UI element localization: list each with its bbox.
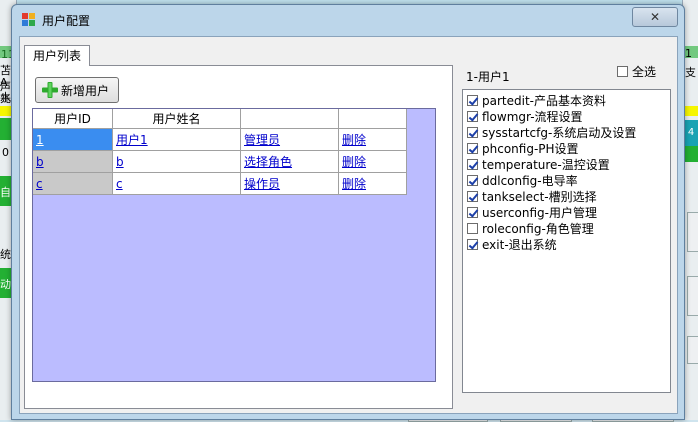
checkbox-icon[interactable] — [467, 191, 478, 202]
permission-item[interactable]: tankselect-槽别选择 — [467, 188, 597, 204]
table-row[interactable]: 1 用户1 管理员 删除 — [33, 129, 407, 151]
column-header-user-name[interactable]: 用户姓名 — [113, 109, 241, 129]
permission-label: tankselect-槽别选择 — [482, 189, 597, 204]
user-id-cell[interactable]: 1 — [33, 129, 113, 151]
title-bar[interactable]: 用户配置 ✕ — [12, 5, 684, 35]
permission-item[interactable]: exit-退出系统 — [467, 236, 557, 252]
add-user-button[interactable]: 新增用户 — [35, 77, 119, 103]
select-all-checkbox[interactable]: 全选 — [617, 63, 656, 81]
add-user-label: 新增用户 — [61, 84, 110, 98]
table-row[interactable]: b b 选择角色 删除 — [33, 151, 407, 173]
permission-list: partedit-产品基本资料 flowmgr-流程设置 sysstartcfg… — [462, 89, 671, 393]
delete-link[interactable]: 删除 — [342, 155, 366, 169]
user-name-link[interactable]: b — [116, 155, 124, 169]
user-id-link[interactable]: c — [36, 177, 43, 191]
bg-label: 自 — [0, 186, 11, 199]
user-name-link[interactable]: c — [116, 177, 123, 191]
select-all-label: 全选 — [632, 65, 657, 79]
permission-item[interactable]: userconfig-用户管理 — [467, 204, 597, 220]
table-row[interactable]: c c 操作员 删除 — [33, 173, 407, 195]
close-button[interactable]: ✕ — [632, 7, 678, 27]
bg-label: 1 — [685, 47, 692, 60]
permission-item[interactable]: sysstartcfg-系统启动及设置 — [467, 124, 636, 140]
checkbox-icon[interactable] — [467, 95, 478, 106]
permission-item[interactable]: partedit-产品基本资料 — [467, 92, 606, 108]
bg-status-green — [683, 146, 698, 162]
column-header-action[interactable] — [339, 109, 407, 129]
bg-button[interactable] — [687, 212, 698, 252]
checkbox-icon[interactable] — [467, 175, 478, 186]
user-name-cell[interactable]: c — [113, 173, 241, 195]
grid-header: 用户ID 用户姓名 — [33, 109, 435, 129]
checkbox-icon[interactable] — [467, 223, 478, 234]
user-config-dialog: 用户配置 ✕ 用户列表 新增用户 用户ID 用户姓名 1 用户1 管理员 删除 … — [11, 4, 685, 420]
role-cell[interactable]: 管理员 — [241, 129, 339, 151]
delete-link[interactable]: 删除 — [342, 177, 366, 191]
role-link[interactable]: 选择角色 — [244, 155, 292, 169]
user-grid: 用户ID 用户姓名 1 用户1 管理员 删除 b b 选择角色 删除 c c 操… — [32, 108, 436, 382]
action-cell[interactable]: 删除 — [339, 129, 407, 151]
role-link[interactable]: 操作员 — [244, 177, 280, 191]
action-cell[interactable]: 删除 — [339, 151, 407, 173]
permission-item[interactable]: ddlconfig-电导率 — [467, 172, 578, 188]
tab-user-list[interactable]: 用户列表 — [24, 45, 90, 66]
bg-status-yellow — [683, 106, 698, 116]
user-name-cell[interactable]: b — [113, 151, 241, 173]
permission-label: exit-退出系统 — [482, 237, 557, 252]
bg-label: 统 — [0, 248, 11, 261]
checkbox-icon[interactable] — [467, 159, 478, 170]
permission-label: ddlconfig-电导率 — [482, 173, 578, 188]
bg-label: 0 — [2, 146, 9, 159]
dialog-client-area: 用户列表 新增用户 用户ID 用户姓名 1 用户1 管理员 删除 b b 选择角… — [19, 36, 678, 414]
user-id-cell[interactable]: b — [33, 151, 113, 173]
close-icon: ✕ — [649, 10, 661, 24]
checkbox-icon[interactable] — [467, 127, 478, 138]
permission-item[interactable]: roleconfig-角色管理 — [467, 220, 594, 236]
permission-item[interactable]: temperature-温控设置 — [467, 156, 610, 172]
bg-label: 支 — [685, 66, 696, 79]
column-header-role[interactable] — [241, 109, 339, 129]
plus-icon — [42, 82, 58, 98]
permission-item[interactable]: phconfig-PH设置 — [467, 140, 579, 156]
role-link[interactable]: 管理员 — [244, 133, 280, 147]
bg-button[interactable] — [687, 336, 698, 364]
permission-label: partedit-产品基本资料 — [482, 93, 606, 108]
checkbox-icon[interactable] — [617, 66, 628, 77]
selected-user-label: 1-用户1 — [466, 70, 510, 84]
permission-label: userconfig-用户管理 — [482, 205, 597, 220]
bg-button[interactable] — [687, 276, 698, 316]
user-id-link[interactable]: b — [36, 155, 44, 169]
user-name-cell[interactable]: 用户1 — [113, 129, 241, 151]
permission-label: flowmgr-流程设置 — [482, 109, 583, 124]
user-id-cell[interactable]: c — [33, 173, 113, 195]
user-list-tab-page: 新增用户 用户ID 用户姓名 1 用户1 管理员 删除 b b 选择角色 删除 … — [24, 65, 453, 409]
checkbox-icon[interactable] — [467, 207, 478, 218]
window-title: 用户配置 — [42, 14, 91, 28]
app-icon — [22, 13, 35, 26]
user-name-link[interactable]: 用户1 — [116, 133, 148, 147]
action-cell[interactable]: 删除 — [339, 173, 407, 195]
column-header-user-id[interactable]: 用户ID — [33, 109, 113, 129]
user-id-link[interactable]: 1 — [36, 133, 44, 147]
permission-label: sysstartcfg-系统启动及设置 — [482, 125, 637, 140]
role-cell[interactable]: 选择角色 — [241, 151, 339, 173]
checkbox-icon[interactable] — [467, 239, 478, 250]
delete-link[interactable]: 删除 — [342, 133, 366, 147]
checkbox-icon[interactable] — [467, 111, 478, 122]
permission-item[interactable]: flowmgr-流程设置 — [467, 108, 583, 124]
permission-label: roleconfig-角色管理 — [482, 221, 594, 236]
permission-label: phconfig-PH设置 — [482, 141, 579, 156]
checkbox-icon[interactable] — [467, 143, 478, 154]
permission-label: temperature-温控设置 — [482, 157, 610, 172]
bg-status-teal: 4 — [683, 120, 698, 146]
bg-label: 动 — [0, 278, 11, 291]
role-cell[interactable]: 操作员 — [241, 173, 339, 195]
